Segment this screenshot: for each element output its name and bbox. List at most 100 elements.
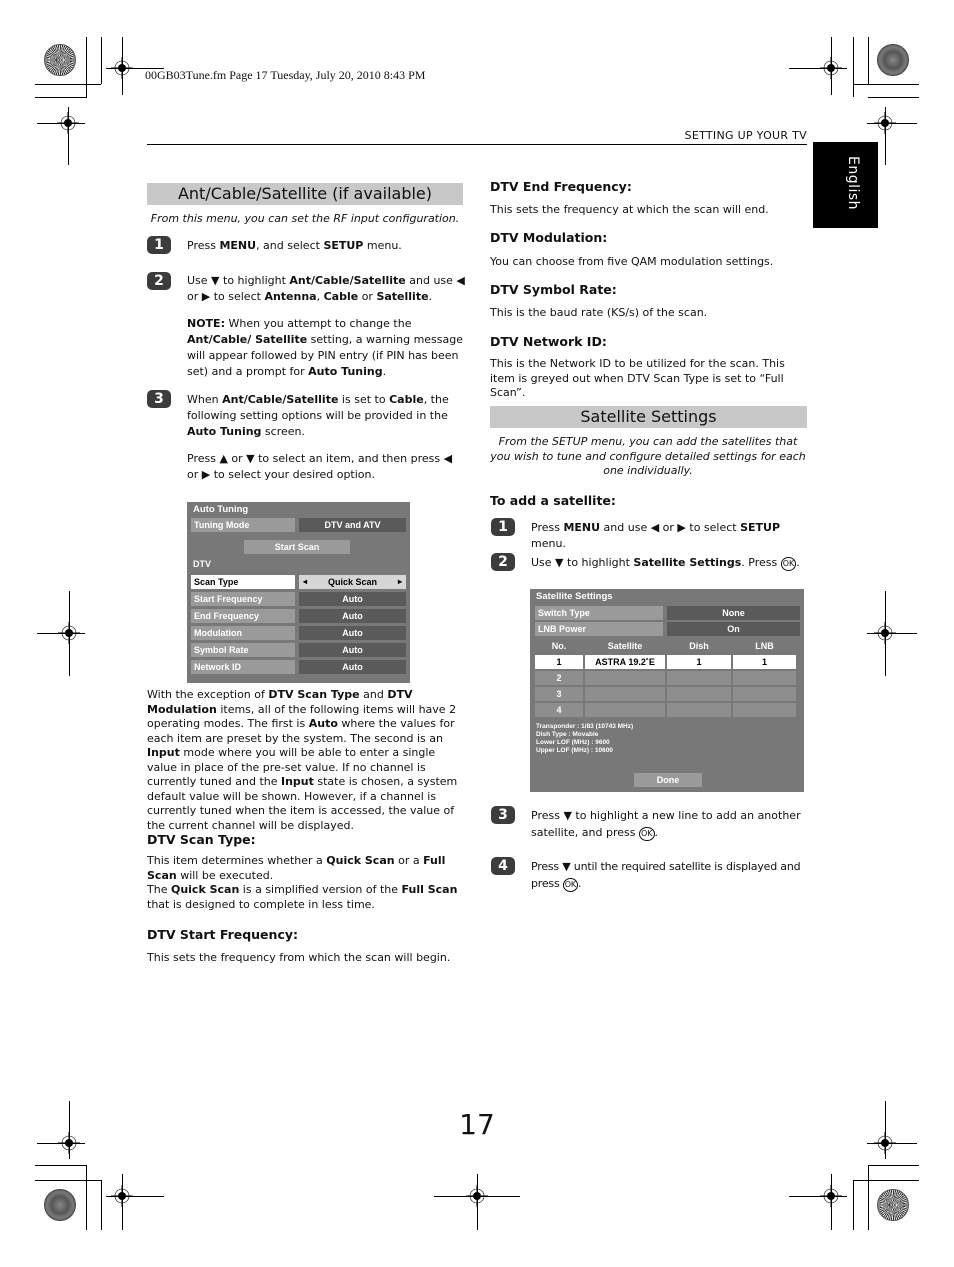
satellite-cell-dish: [667, 703, 731, 717]
row-value: Auto: [299, 643, 406, 657]
column-header: No.: [551, 641, 567, 651]
arrow-left-icon: ◂: [303, 577, 308, 586]
menu-row: End Frequency Auto: [191, 609, 406, 623]
row-value-text: Quick Scan: [327, 577, 378, 587]
network-id-text: This is the Network ID to be utilized fo…: [490, 357, 785, 399]
auto-tuning-menu-screenshot: Auto Tuning Tuning Mode DTV and ATV Star…: [187, 502, 410, 683]
row-value: Auto: [299, 609, 406, 623]
heading-dtv-symbol-rate: DTV Symbol Rate:: [490, 282, 617, 297]
body-paragraph: With the exception of DTV Scan Type and …: [147, 688, 458, 832]
menu-row: Start Frequency Auto: [191, 592, 406, 606]
row-value: On: [667, 622, 800, 636]
satellite-cell-lnb: 1: [733, 655, 796, 669]
step-badge: 3: [147, 390, 171, 408]
done-button: Done: [634, 773, 702, 787]
menu-row: Modulation Auto: [191, 626, 406, 640]
menu-row: Symbol Rate Auto: [191, 643, 406, 657]
satellite-cell-dish: 1: [667, 655, 731, 669]
language-tab: English: [813, 142, 878, 228]
tuning-mode-row: Tuning Mode DTV and ATV: [191, 518, 406, 532]
lnb-power-row: LNB Power On: [535, 622, 800, 636]
heading-dtv-start-frequency: DTV Start Frequency:: [147, 927, 298, 942]
step-badge: 1: [147, 236, 171, 254]
row-label: LNB Power: [535, 622, 663, 636]
step-badge: 4: [491, 857, 515, 875]
satellite-cell-no: 3: [535, 687, 583, 701]
dtv-label: DTV: [193, 559, 211, 569]
row-value: ◂ Quick Scan ▸: [299, 575, 406, 589]
upper-lof-info: Upper LOF (MHz) : 10600: [536, 747, 613, 754]
menu-row: Scan Type ◂ Quick Scan ▸: [191, 575, 406, 589]
heading-dtv-scan-type: DTV Scan Type:: [147, 832, 256, 847]
column-header: LNB: [755, 641, 774, 651]
row-label: Network ID: [191, 660, 295, 674]
step-text: Press MENU, and select SETUP menu.: [187, 239, 402, 252]
row-label: Symbol Rate: [191, 643, 295, 657]
running-head: SETTING UP YOUR TV: [684, 129, 807, 142]
modulation-text: You can choose from five QAM modulation …: [490, 255, 774, 268]
row-value: DTV and ATV: [299, 518, 406, 532]
step-instruction: Press ▲ or ▼ to select an item, and then…: [187, 452, 453, 481]
scan-type-text: This item determines whether a Quick Sca…: [147, 854, 458, 911]
row-value: Auto: [299, 660, 406, 674]
step-badge: 2: [491, 553, 515, 571]
menu-row: Network ID Auto: [191, 660, 406, 674]
satellite-cell-no: 1: [535, 655, 583, 669]
column-header: Satellite: [607, 641, 643, 651]
row-label: Switch Type: [535, 606, 663, 620]
switch-type-row: Switch Type None: [535, 606, 800, 620]
start-scan-button: Start Scan: [244, 540, 350, 554]
language-tab-label: English: [845, 156, 861, 211]
section-title-satellite-settings: Satellite Settings: [490, 406, 807, 428]
section-intro: From this menu, you can set the RF input…: [150, 212, 460, 225]
satellite-cell-satellite: [585, 687, 665, 701]
satellite-settings-menu-screenshot: Satellite Settings Switch Type None LNB …: [530, 589, 804, 792]
note-text: NOTE: When you attempt to change the Ant…: [187, 317, 464, 378]
satellite-cell-satellite: [585, 703, 665, 717]
color-rosette-mark: [877, 1189, 909, 1221]
row-value: Auto: [299, 592, 406, 606]
row-value: Auto: [299, 626, 406, 640]
satellite-cell-lnb: [733, 671, 796, 685]
satellite-cell-dish: [667, 671, 731, 685]
row-label: Start Frequency: [191, 592, 295, 606]
step-text: Press MENU and use ◀ or ▶ to select SETU…: [531, 521, 781, 550]
page-number: 17: [459, 1108, 495, 1141]
row-label: Modulation: [191, 626, 295, 640]
step-text: When Ant/Cable/Satellite is set to Cable…: [187, 393, 449, 438]
color-rosette-mark: [44, 1189, 76, 1221]
heading-dtv-end-frequency: DTV End Frequency:: [490, 179, 632, 194]
satellite-cell-dish: [667, 687, 731, 701]
row-label: Scan Type: [191, 575, 295, 589]
section-intro: From the SETUP menu, you can add the sat…: [490, 435, 806, 477]
heading-add-satellite: To add a satellite:: [490, 493, 616, 508]
step-badge: 3: [491, 806, 515, 824]
satellite-cell-lnb: [733, 687, 796, 701]
step-badge: 1: [491, 518, 515, 536]
color-rosette-mark: [44, 44, 76, 76]
arrow-right-icon: ▸: [397, 577, 402, 586]
satellite-cell-no: 2: [535, 671, 583, 685]
end-frequency-text: This sets the frequency at which the sca…: [490, 203, 769, 216]
start-frequency-text: This sets the frequency from which the s…: [147, 951, 451, 964]
menu-title: Auto Tuning: [193, 504, 249, 515]
menu-title: Satellite Settings: [536, 591, 613, 602]
step-badge: 2: [147, 272, 171, 290]
section-title-ant-cable-satellite: Ant/Cable/Satellite (if available): [147, 183, 463, 205]
column-header: Dish: [689, 641, 709, 651]
step-text: Use ▼ to highlight Ant/Cable/Satellite a…: [187, 274, 465, 303]
satellite-cell-lnb: [733, 703, 796, 717]
row-label: End Frequency: [191, 609, 295, 623]
step-text: Press ▼ to highlight a new line to add a…: [531, 809, 801, 841]
file-info-header: 00GB03Tune.fm Page 17 Tuesday, July 20, …: [145, 68, 426, 82]
satellite-cell-satellite: [585, 671, 665, 685]
heading-dtv-modulation: DTV Modulation:: [490, 230, 608, 245]
symbol-rate-text: This is the baud rate (KS/s) of the scan…: [490, 306, 708, 319]
color-rosette-mark: [877, 44, 909, 76]
satellite-cell-no: 4: [535, 703, 583, 717]
header-rule: [147, 144, 807, 145]
satellite-cell-satellite: ASTRA 19.2˚E: [585, 655, 665, 669]
row-value: None: [667, 606, 800, 620]
row-label: Tuning Mode: [191, 518, 295, 532]
step-text: Use ▼ to highlight Satellite Settings. P…: [531, 556, 800, 571]
